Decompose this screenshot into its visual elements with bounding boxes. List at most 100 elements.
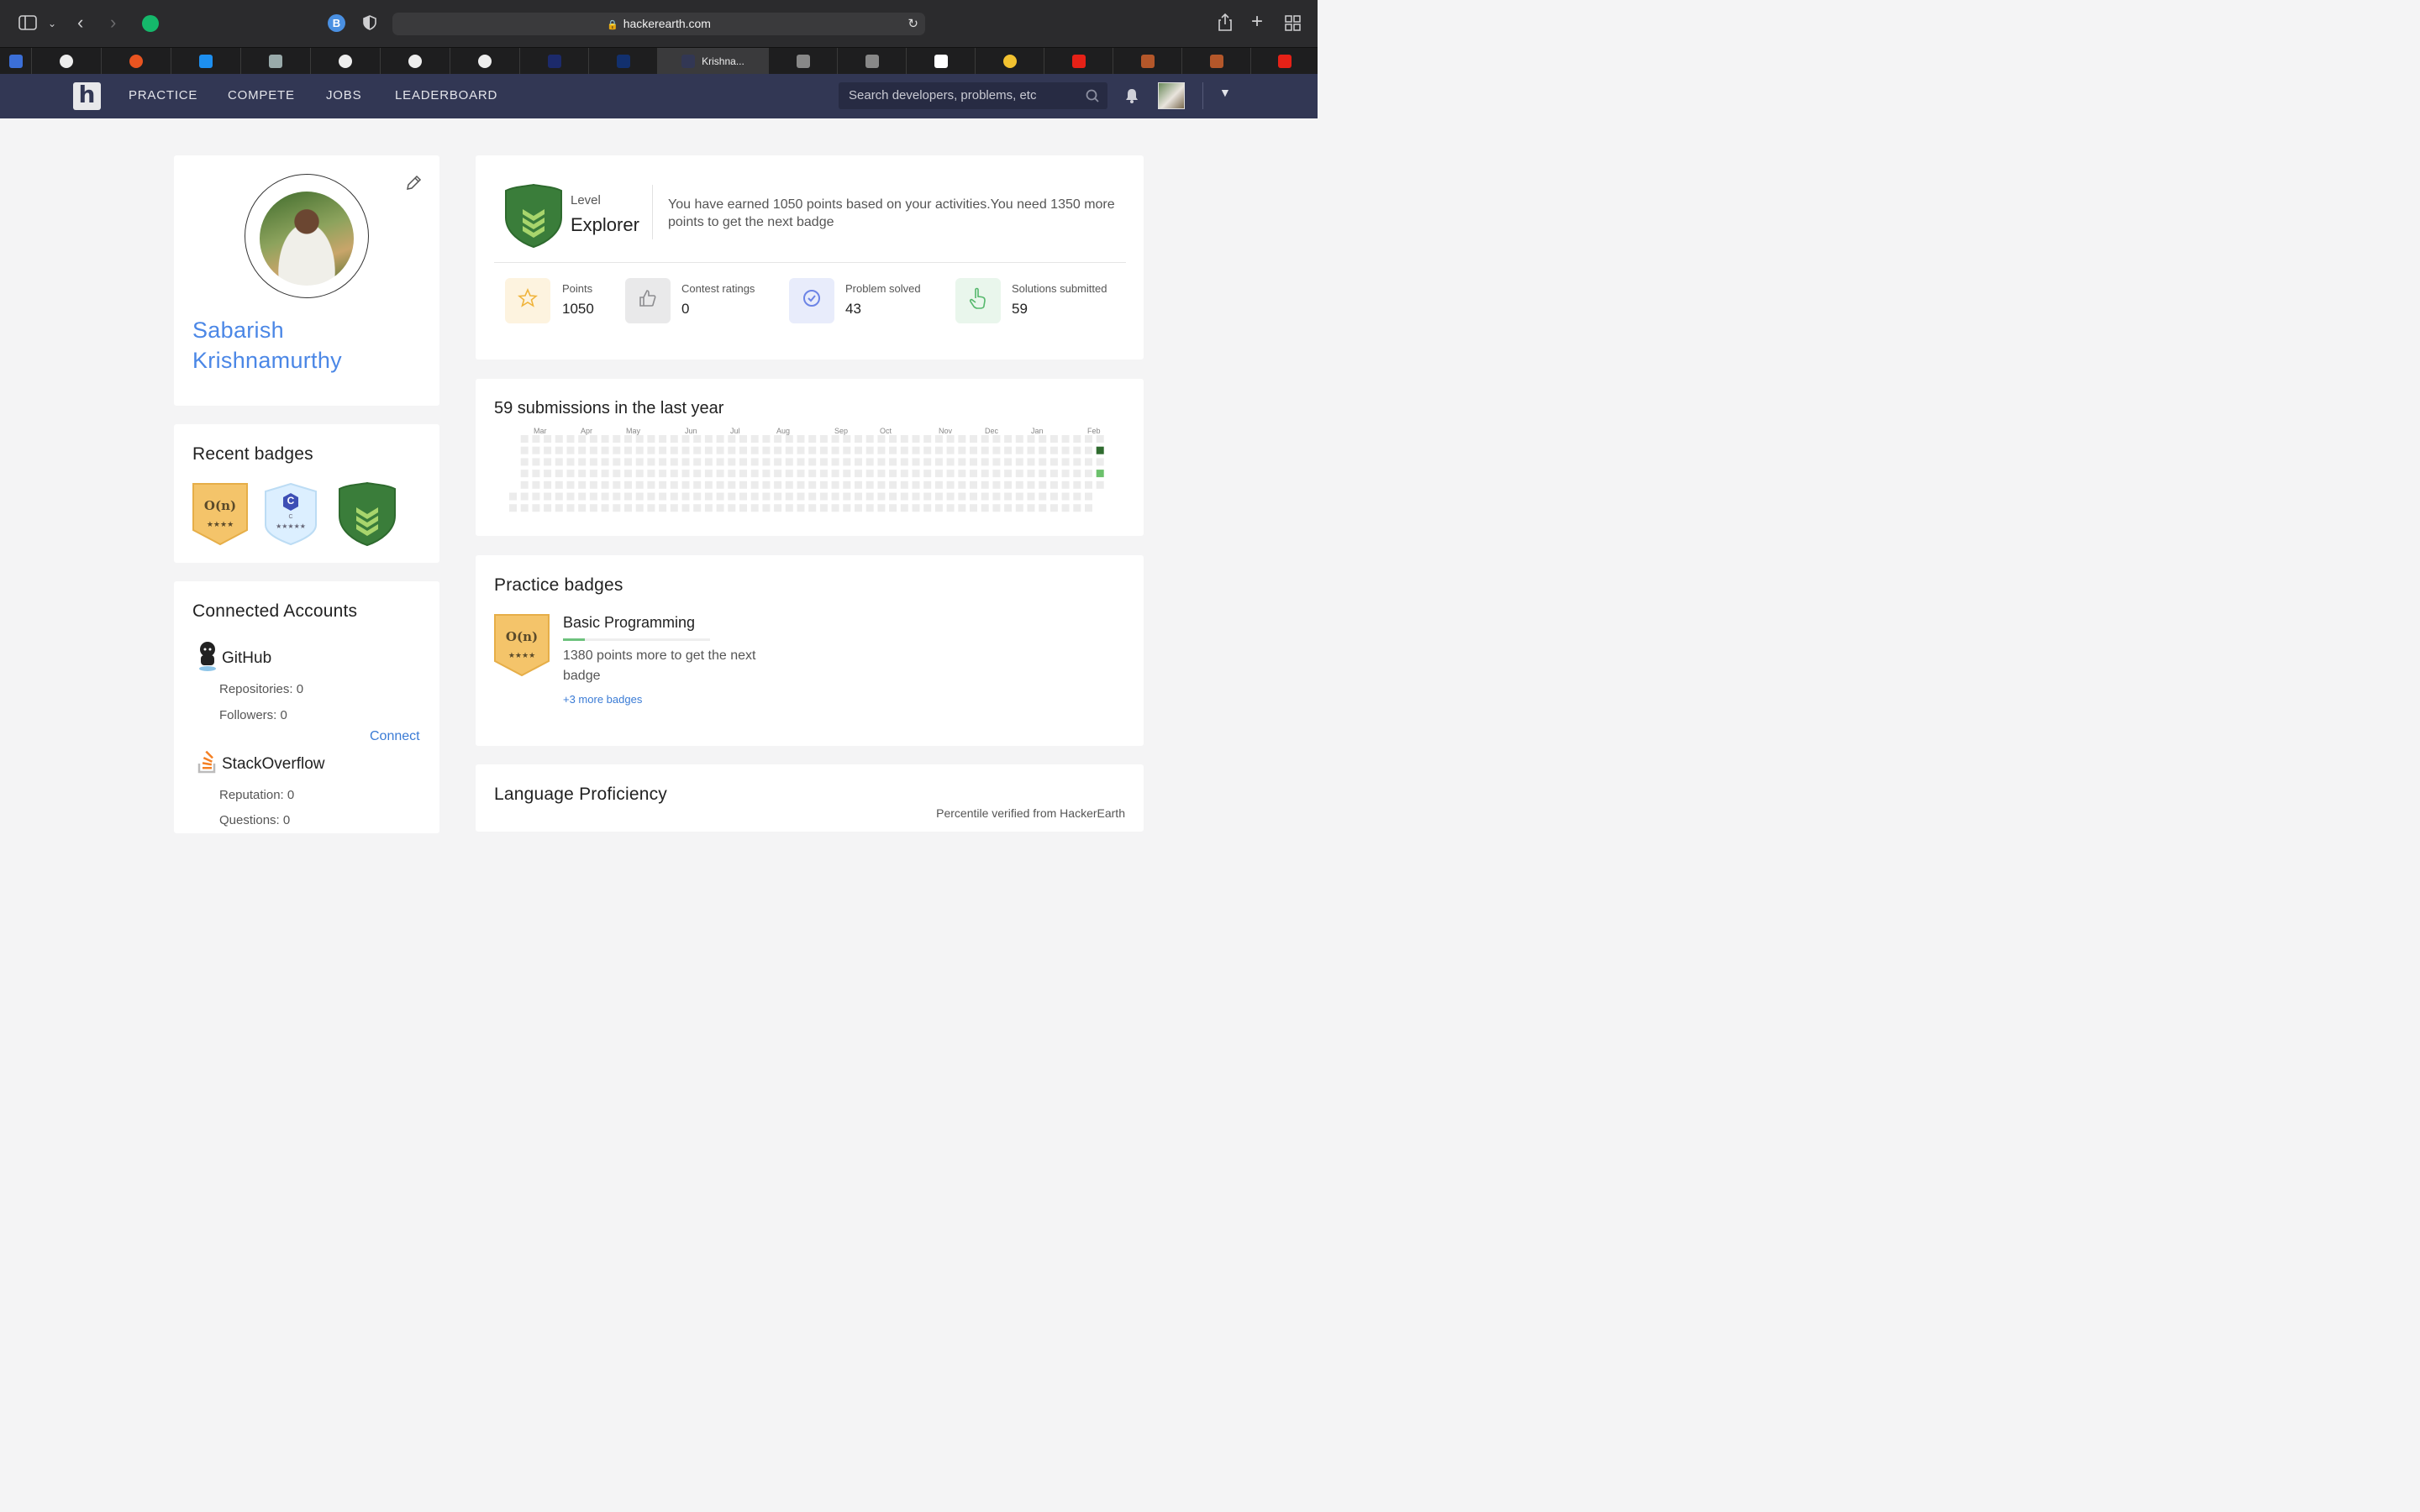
heatmap-day-cell bbox=[1073, 446, 1081, 454]
recent-badges-title: Recent badges bbox=[192, 444, 313, 464]
forward-icon: › bbox=[110, 12, 117, 33]
heatmap-day-cell bbox=[900, 480, 908, 489]
heatmap-day-cell bbox=[544, 480, 552, 489]
heatmap-day-cell bbox=[635, 458, 644, 466]
heatmap-day-cell bbox=[946, 458, 955, 466]
heatmap-day-cell bbox=[831, 480, 839, 489]
heatmap-day-cell bbox=[532, 470, 540, 478]
tab-ubuntu[interactable] bbox=[102, 48, 171, 75]
tab-hackerearth-active[interactable]: Krishna... bbox=[658, 48, 769, 75]
heatmap-day-cell bbox=[693, 446, 702, 454]
notification-bell-icon[interactable] bbox=[1125, 88, 1139, 108]
tab-overview-icon[interactable] bbox=[1285, 15, 1302, 35]
chevron-down-icon[interactable]: ⌄ bbox=[48, 15, 56, 32]
heatmap-day-cell bbox=[555, 458, 563, 466]
heatmap-day-cell bbox=[934, 492, 943, 501]
edit-profile-icon[interactable] bbox=[405, 175, 422, 196]
share-icon[interactable] bbox=[1218, 13, 1233, 35]
heatmap-day-cell bbox=[970, 446, 977, 454]
tab-s[interactable] bbox=[589, 48, 658, 75]
heatmap-day-cell bbox=[728, 458, 736, 466]
heatmap-day-cell bbox=[877, 504, 886, 512]
tab-in-1[interactable] bbox=[1113, 48, 1182, 75]
tab-octocat[interactable] bbox=[241, 48, 311, 75]
nav-compete[interactable]: COMPETE bbox=[228, 88, 295, 102]
address-bar[interactable]: 🔒 hackerearth.com ↻ bbox=[392, 13, 925, 35]
heatmap-day-cell bbox=[1096, 435, 1104, 443]
last-name: Krishnamurthy bbox=[192, 348, 342, 373]
heatmap-day-cell bbox=[774, 504, 782, 512]
heatmap-day-cell bbox=[808, 470, 817, 478]
heatmap-day-cell bbox=[797, 504, 805, 512]
tab-gfg[interactable] bbox=[907, 48, 976, 75]
heatmap-day-cell bbox=[659, 492, 667, 501]
heatmap-day-cell bbox=[601, 470, 609, 478]
grammarly-extension-icon[interactable] bbox=[142, 15, 159, 32]
heatmap-day-cell bbox=[647, 446, 655, 454]
heatmap-day-cell bbox=[704, 458, 713, 466]
more-badges-link[interactable]: +3 more badges bbox=[563, 693, 642, 706]
b-extension-icon[interactable]: B bbox=[328, 14, 345, 32]
github-connect-link[interactable]: Connect bbox=[370, 729, 420, 744]
month-label: Apr bbox=[581, 427, 593, 435]
privacy-shield-icon[interactable] bbox=[363, 15, 376, 34]
heatmap-day-cell bbox=[889, 480, 897, 489]
active-tab-label: Krishna... bbox=[702, 55, 744, 67]
tab-github-2[interactable] bbox=[311, 48, 381, 75]
search-icon[interactable] bbox=[1086, 82, 1099, 119]
heatmap-day-cell bbox=[1039, 446, 1047, 454]
hackerearth-logo[interactable]: h bbox=[73, 82, 101, 110]
tab-docs[interactable] bbox=[0, 48, 32, 75]
user-menu-caret-icon[interactable]: ▼ bbox=[1219, 86, 1231, 99]
heatmap-day-cell bbox=[992, 470, 1001, 478]
reload-icon[interactable]: ↻ bbox=[908, 13, 918, 35]
explorer-level-badge-icon[interactable] bbox=[338, 481, 397, 547]
youtube-favicon-icon bbox=[1277, 55, 1292, 68]
sidebar-toggle-icon[interactable] bbox=[18, 15, 37, 34]
solutions-submitted-label: Solutions submitted bbox=[1012, 282, 1107, 295]
back-icon[interactable]: ‹ bbox=[77, 13, 83, 32]
heatmap-day-cell bbox=[601, 446, 609, 454]
tab-in-2[interactable] bbox=[1182, 48, 1251, 75]
c-language-badge-icon[interactable]: C C ★★★★★ bbox=[265, 482, 317, 546]
tab-duck[interactable] bbox=[976, 48, 1044, 75]
heatmap-day-cell bbox=[681, 504, 690, 512]
heatmap-day-cell bbox=[750, 492, 759, 501]
new-tab-icon[interactable]: + bbox=[1251, 12, 1263, 32]
tab-github-3[interactable] bbox=[381, 48, 450, 75]
github-favicon-icon bbox=[60, 55, 73, 68]
first-name: Sabarish bbox=[192, 318, 284, 343]
heatmap-day-cell bbox=[624, 470, 632, 478]
heatmap-day-cell bbox=[900, 492, 908, 501]
tab-youtube-2[interactable] bbox=[1251, 48, 1318, 75]
nav-jobs[interactable]: JOBS bbox=[326, 88, 361, 102]
lock-icon: 🔒 bbox=[607, 20, 618, 30]
tab-a-2[interactable] bbox=[838, 48, 907, 75]
heatmap-day-cell bbox=[877, 492, 886, 501]
heatmap-day-cell bbox=[659, 435, 667, 443]
month-label: Dec bbox=[985, 427, 999, 435]
complexity-badge-icon[interactable]: O(n) ★★★★ bbox=[192, 483, 248, 546]
heatmap-day-cell bbox=[750, 446, 759, 454]
heatmap-day-cell bbox=[831, 492, 839, 501]
heatmap-day-cell bbox=[578, 470, 587, 478]
basic-programming-badge-icon[interactable]: O(n) ★★★★ bbox=[494, 614, 550, 677]
tab-github-1[interactable] bbox=[32, 48, 102, 75]
heatmap-day-cell bbox=[544, 492, 552, 501]
heatmap-day-cell bbox=[774, 470, 782, 478]
heatmap-day-cell bbox=[785, 435, 793, 443]
nav-practice[interactable]: PRACTICE bbox=[129, 88, 197, 102]
tab-github-4[interactable] bbox=[450, 48, 520, 75]
user-avatar[interactable] bbox=[1158, 82, 1185, 109]
search-input[interactable]: Search developers, problems, etc bbox=[839, 82, 1107, 109]
heatmap-day-cell bbox=[865, 458, 874, 466]
tab-appstore[interactable] bbox=[171, 48, 241, 75]
practice-progress-bar bbox=[563, 638, 710, 641]
tab-a-1[interactable] bbox=[769, 48, 838, 75]
tab-youtube-1[interactable] bbox=[1044, 48, 1113, 75]
heatmap-day-cell bbox=[946, 492, 955, 501]
practice-badges-title: Practice badges bbox=[494, 575, 623, 595]
nav-leaderboard[interactable]: LEADERBOARD bbox=[395, 88, 497, 102]
heatmap-day-cell bbox=[1050, 435, 1058, 443]
tab-dh[interactable] bbox=[520, 48, 589, 75]
